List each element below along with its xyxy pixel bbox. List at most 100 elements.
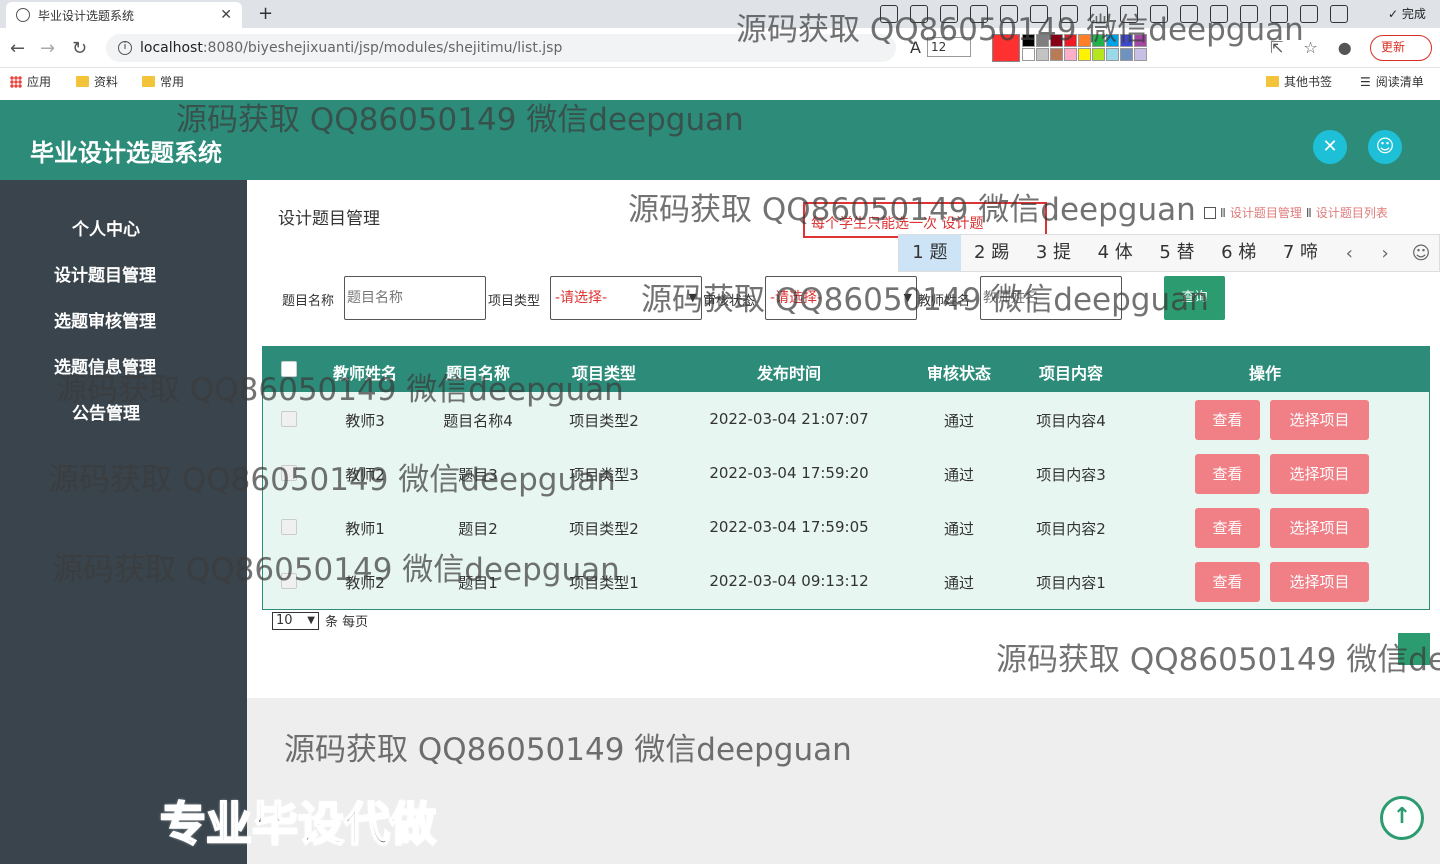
forward-arrow-icon[interactable]: →: [40, 38, 55, 59]
new-tab-button[interactable]: +: [258, 3, 273, 24]
row-checkbox[interactable]: [281, 573, 297, 589]
reload-icon[interactable]: ↻: [72, 38, 87, 59]
ime-candidate[interactable]: 3 提: [1023, 235, 1085, 271]
sidebar-item-topic-management[interactable]: 设计题目管理: [54, 261, 156, 286]
extension-icon[interactable]: [1060, 5, 1078, 23]
sidebar-item-review-management[interactable]: 选题审核管理: [54, 307, 156, 332]
ime-candidate[interactable]: 7 啼: [1270, 235, 1332, 271]
side-float-tab[interactable]: [1398, 633, 1430, 665]
bookmark-label: 阅读清单: [1375, 75, 1424, 89]
share-icon[interactable]: ⇱: [1270, 38, 1283, 57]
chevron-down-icon: ▼: [307, 614, 315, 626]
teacher-cell: 教师3: [345, 412, 385, 430]
extension-icon[interactable]: [1330, 5, 1348, 23]
type-filter-select[interactable]: -请选择- ▼: [550, 276, 702, 320]
view-button[interactable]: 查看: [1195, 562, 1260, 602]
user-icon[interactable]: ☺: [1368, 130, 1402, 164]
breadcrumb-item[interactable]: 设计题目管理: [1230, 204, 1302, 221]
row-checkbox[interactable]: [281, 465, 297, 481]
page-size-value: 10: [276, 612, 293, 628]
scroll-to-top-icon[interactable]: ↑: [1380, 796, 1424, 840]
profile-icon[interactable]: ●: [1338, 38, 1352, 57]
extension-icon[interactable]: [1090, 5, 1108, 23]
color-palette[interactable]: [992, 34, 1147, 62]
ime-candidate[interactable]: 6 梯: [1208, 235, 1270, 271]
url-field[interactable]: i localhost:8080/biyeshejixuanti/jsp/mod…: [106, 34, 896, 62]
extension-icon[interactable]: [910, 5, 928, 23]
color-swatch-grid[interactable]: [1022, 34, 1147, 62]
extension-icon[interactable]: [1240, 5, 1258, 23]
select-topic-button[interactable]: 选择项目: [1270, 562, 1369, 602]
sidebar-item-personal-center[interactable]: 个人中心: [72, 215, 140, 240]
browser-tab-strip: 毕业设计选题系统 ✕ + ✓ 完成: [0, 0, 1440, 28]
bookmark-apps[interactable]: 应用: [10, 73, 51, 90]
extension-icon[interactable]: [1030, 5, 1048, 23]
extension-icon[interactable]: [1180, 5, 1198, 23]
back-arrow-icon[interactable]: ←: [10, 38, 25, 59]
address-bar-row: ← → ↻ i localhost:8080/biyeshejixuanti/j…: [0, 28, 1440, 68]
font-size-control[interactable]: A 12: [910, 37, 971, 57]
reading-list[interactable]: ☰ 阅读清单: [1360, 73, 1424, 90]
home-icon[interactable]: [1204, 206, 1216, 219]
extension-icon[interactable]: [1270, 5, 1288, 23]
content-cell: 项目内容3: [1036, 466, 1106, 484]
title-search-input[interactable]: 题目名称: [344, 276, 486, 320]
breadcrumb-separator: Ⅱ: [1305, 205, 1312, 220]
view-button[interactable]: 查看: [1195, 400, 1260, 440]
emoji-icon[interactable]: ☺: [1403, 243, 1439, 264]
teacher-search-input[interactable]: 教师姓名: [980, 276, 1122, 320]
finish-button[interactable]: ✓ 完成: [1388, 5, 1426, 22]
extension-icon[interactable]: [880, 5, 898, 23]
view-button[interactable]: 查看: [1195, 454, 1260, 494]
extension-icon[interactable]: [1210, 5, 1228, 23]
view-button[interactable]: 查看: [1195, 508, 1260, 548]
type-filter-label: 项目类型: [488, 294, 541, 309]
select-topic-button[interactable]: 选择项目: [1270, 400, 1369, 440]
extension-icon[interactable]: [940, 5, 958, 23]
extension-icon[interactable]: [1150, 5, 1168, 23]
title-search-label: 题目名称: [282, 294, 335, 309]
bookmark-star-icon[interactable]: ☆: [1303, 38, 1317, 57]
row-checkbox[interactable]: [281, 411, 297, 427]
bookmark-folder-changyong[interactable]: 常用: [142, 73, 184, 90]
ime-next-icon[interactable]: ›: [1367, 243, 1403, 264]
ime-prev-icon[interactable]: ‹: [1331, 243, 1367, 264]
select-topic-button[interactable]: 选择项目: [1270, 508, 1369, 548]
ime-candidate[interactable]: 2 踢: [961, 235, 1023, 271]
update-button[interactable]: 更新: [1370, 35, 1432, 61]
sidebar-item-announcements[interactable]: 公告管理: [72, 399, 140, 424]
row-checkbox[interactable]: [281, 519, 297, 535]
content-cell: 项目内容2: [1036, 520, 1106, 538]
site-info-icon[interactable]: i: [118, 41, 132, 55]
sidebar-item-selection-info[interactable]: 选题信息管理: [54, 353, 156, 378]
column-header: 题目名称: [445, 364, 511, 383]
page-size-select[interactable]: 10 ▼: [272, 611, 319, 630]
table-row: 教师2 题目3 项目类型3 2022-03-04 17:59:20 通过 项目内…: [263, 446, 1429, 500]
browser-tab[interactable]: 毕业设计选题系统 ✕: [6, 2, 242, 28]
bookmark-folder-ziliao[interactable]: 资料: [76, 73, 118, 90]
font-size-select[interactable]: 12: [926, 37, 971, 57]
content-cell: 项目内容4: [1036, 412, 1106, 430]
select-topic-button[interactable]: 选择项目: [1270, 454, 1369, 494]
table-header: 教师姓名 题目名称 项目类型 发布时间 审核状态 项目内容 操作: [263, 347, 1429, 392]
query-button[interactable]: 查询: [1164, 276, 1225, 320]
current-color-swatch[interactable]: [992, 34, 1020, 62]
column-header: 教师姓名: [332, 364, 398, 383]
bookmark-folder-other[interactable]: 其他书签: [1266, 73, 1332, 90]
title-cell: 题目1: [458, 574, 498, 592]
extension-icon[interactable]: [1000, 5, 1018, 23]
teacher-cell: 教师2: [345, 466, 385, 484]
tab-close-icon[interactable]: ✕: [220, 7, 232, 23]
status-filter-select[interactable]: -请选择- ▼: [765, 276, 917, 320]
column-header: 操作: [1248, 364, 1282, 383]
chevron-down-icon: ▼: [688, 291, 697, 304]
ime-candidate[interactable]: 1 题: [899, 235, 961, 271]
ime-candidate[interactable]: 5 替: [1146, 235, 1208, 271]
select-all-checkbox[interactable]: [281, 361, 297, 377]
extension-icon[interactable]: [1120, 5, 1138, 23]
fullscreen-icon[interactable]: ✕: [1313, 130, 1347, 164]
extension-icon[interactable]: [970, 5, 988, 23]
bookmark-label: 其他书签: [1284, 75, 1333, 89]
extension-icon[interactable]: [1300, 5, 1318, 23]
ime-candidate[interactable]: 4 体: [1084, 235, 1146, 271]
